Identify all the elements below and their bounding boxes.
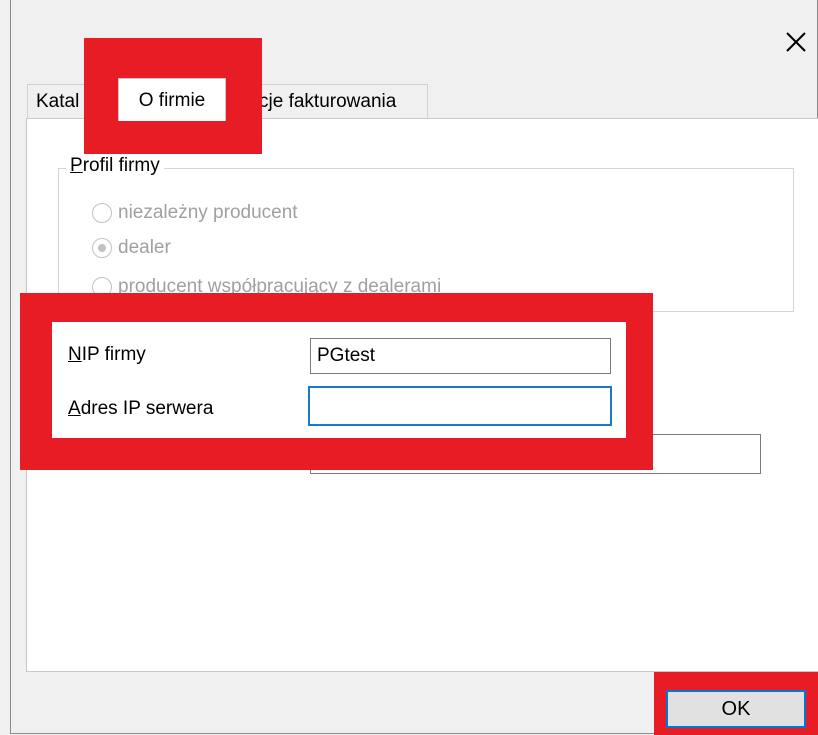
ok-button[interactable]: OK [666, 690, 806, 728]
close-icon [786, 32, 806, 52]
radio-label: niezależny producent [118, 202, 298, 223]
tab-opcje-fakturowania[interactable]: cje fakturowania [252, 84, 428, 119]
close-button[interactable] [778, 24, 814, 60]
profile-group-title: Profil firmy [66, 155, 164, 177]
nip-label: NIP firmy [68, 344, 146, 365]
tab-katalog-label: Katal [36, 91, 80, 112]
radio-niezalezny-producent[interactable]: niezależny producent [92, 200, 298, 226]
nip-value: PGtest [317, 345, 376, 366]
ip-label: Adres IP serwera [68, 398, 214, 419]
radio-dealer[interactable]: dealer [92, 235, 171, 261]
radio-label: dealer [118, 237, 171, 258]
radio-circle-checked [92, 238, 112, 258]
tab-o-firmie-label: O firmie [138, 90, 206, 111]
nip-input[interactable]: PGtest [310, 338, 611, 374]
tab-o-firmie[interactable]: O firmie [118, 78, 226, 121]
ip-input[interactable] [308, 386, 612, 426]
radio-circle [92, 203, 112, 223]
tab-opcje-fakturowania-label: cje fakturowania [259, 91, 397, 112]
ok-label: OK [721, 697, 751, 720]
